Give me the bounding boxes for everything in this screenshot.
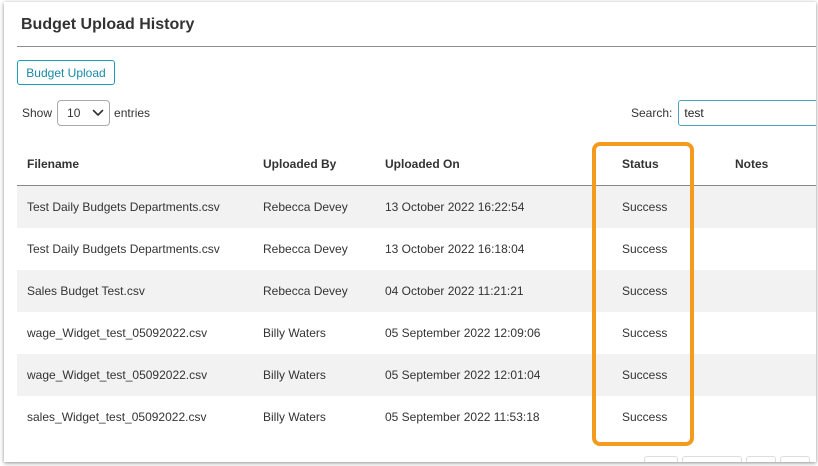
table-row: Sales Budget Test.csv Rebecca Devey 04 O…	[17, 270, 816, 312]
length-suffix-label: entries	[114, 106, 151, 120]
search-label: Search:	[631, 106, 673, 120]
cell-filename: Test Daily Budgets Departments.csv	[27, 242, 220, 256]
budget-upload-button[interactable]: Budget Upload	[17, 60, 115, 85]
cell-uploaded-by: Billy Waters	[263, 368, 326, 382]
pagination-button[interactable]	[780, 456, 810, 462]
pagination-controls	[644, 456, 814, 462]
cell-status: Success	[622, 284, 668, 298]
column-header-uploaded-by[interactable]: Uploaded By	[263, 142, 336, 185]
table-header-row: Filename Uploaded By Uploaded On Status …	[17, 142, 816, 186]
cell-status: Success	[622, 410, 668, 424]
cell-filename: sales_Widget_test_05092022.csv	[27, 410, 207, 424]
chevron-down-icon	[92, 109, 104, 116]
cell-uploaded-on: 13 October 2022 16:22:54	[385, 200, 525, 214]
cell-uploaded-on: 13 October 2022 16:18:04	[385, 242, 525, 256]
pagination-button[interactable]	[746, 456, 776, 462]
cell-status: Success	[622, 368, 668, 382]
length-prefix-label: Show	[22, 106, 53, 120]
cell-status: Success	[622, 200, 668, 214]
cell-uploaded-on: 05 September 2022 12:01:04	[385, 368, 541, 382]
budget-upload-history-panel: Budget Upload History Budget Upload Show…	[4, 2, 816, 462]
entries-per-page-value: 10	[67, 106, 81, 120]
cell-uploaded-by: Billy Waters	[263, 410, 326, 424]
page-title: Budget Upload History	[21, 16, 195, 33]
column-header-status[interactable]: Status	[622, 142, 659, 185]
column-header-notes[interactable]: Notes	[735, 142, 768, 185]
entries-per-page-select[interactable]: 10	[57, 100, 111, 126]
cell-uploaded-by: Billy Waters	[263, 326, 326, 340]
search-input[interactable]	[678, 100, 816, 126]
column-header-uploaded-on[interactable]: Uploaded On	[385, 142, 460, 185]
cell-uploaded-by: Rebecca Devey	[263, 284, 348, 298]
table-row: Test Daily Budgets Departments.csv Rebec…	[17, 186, 816, 228]
table-row: Test Daily Budgets Departments.csv Rebec…	[17, 228, 816, 270]
upload-history-table: Filename Uploaded By Uploaded On Status …	[17, 142, 816, 438]
cell-status: Success	[622, 242, 668, 256]
cell-uploaded-by: Rebecca Devey	[263, 242, 348, 256]
table-search: Search:	[631, 100, 816, 126]
cell-filename: wage_Widget_test_05092022.csv	[27, 326, 208, 340]
cell-status: Success	[622, 326, 668, 340]
cell-filename: Sales Budget Test.csv	[27, 284, 145, 298]
entries-length-control: Show 10 entries	[22, 100, 150, 126]
table-row: wage_Widget_test_05092022.csv Billy Wate…	[17, 312, 816, 354]
cell-uploaded-on: 05 September 2022 11:53:18	[385, 410, 540, 424]
pagination-button[interactable]	[682, 456, 742, 462]
title-divider	[17, 46, 816, 47]
column-header-filename[interactable]: Filename	[27, 142, 79, 185]
cell-uploaded-by: Rebecca Devey	[263, 200, 348, 214]
cell-uploaded-on: 05 September 2022 12:09:06	[385, 326, 541, 340]
table-row: sales_Widget_test_05092022.csv Billy Wat…	[17, 396, 816, 438]
table-row: wage_Widget_test_05092022.csv Billy Wate…	[17, 354, 816, 396]
cell-uploaded-on: 04 October 2022 11:21:21	[385, 284, 524, 298]
pagination-button[interactable]	[644, 456, 678, 462]
cell-filename: Test Daily Budgets Departments.csv	[27, 200, 220, 214]
cell-filename: wage_Widget_test_05092022.csv	[27, 368, 208, 382]
